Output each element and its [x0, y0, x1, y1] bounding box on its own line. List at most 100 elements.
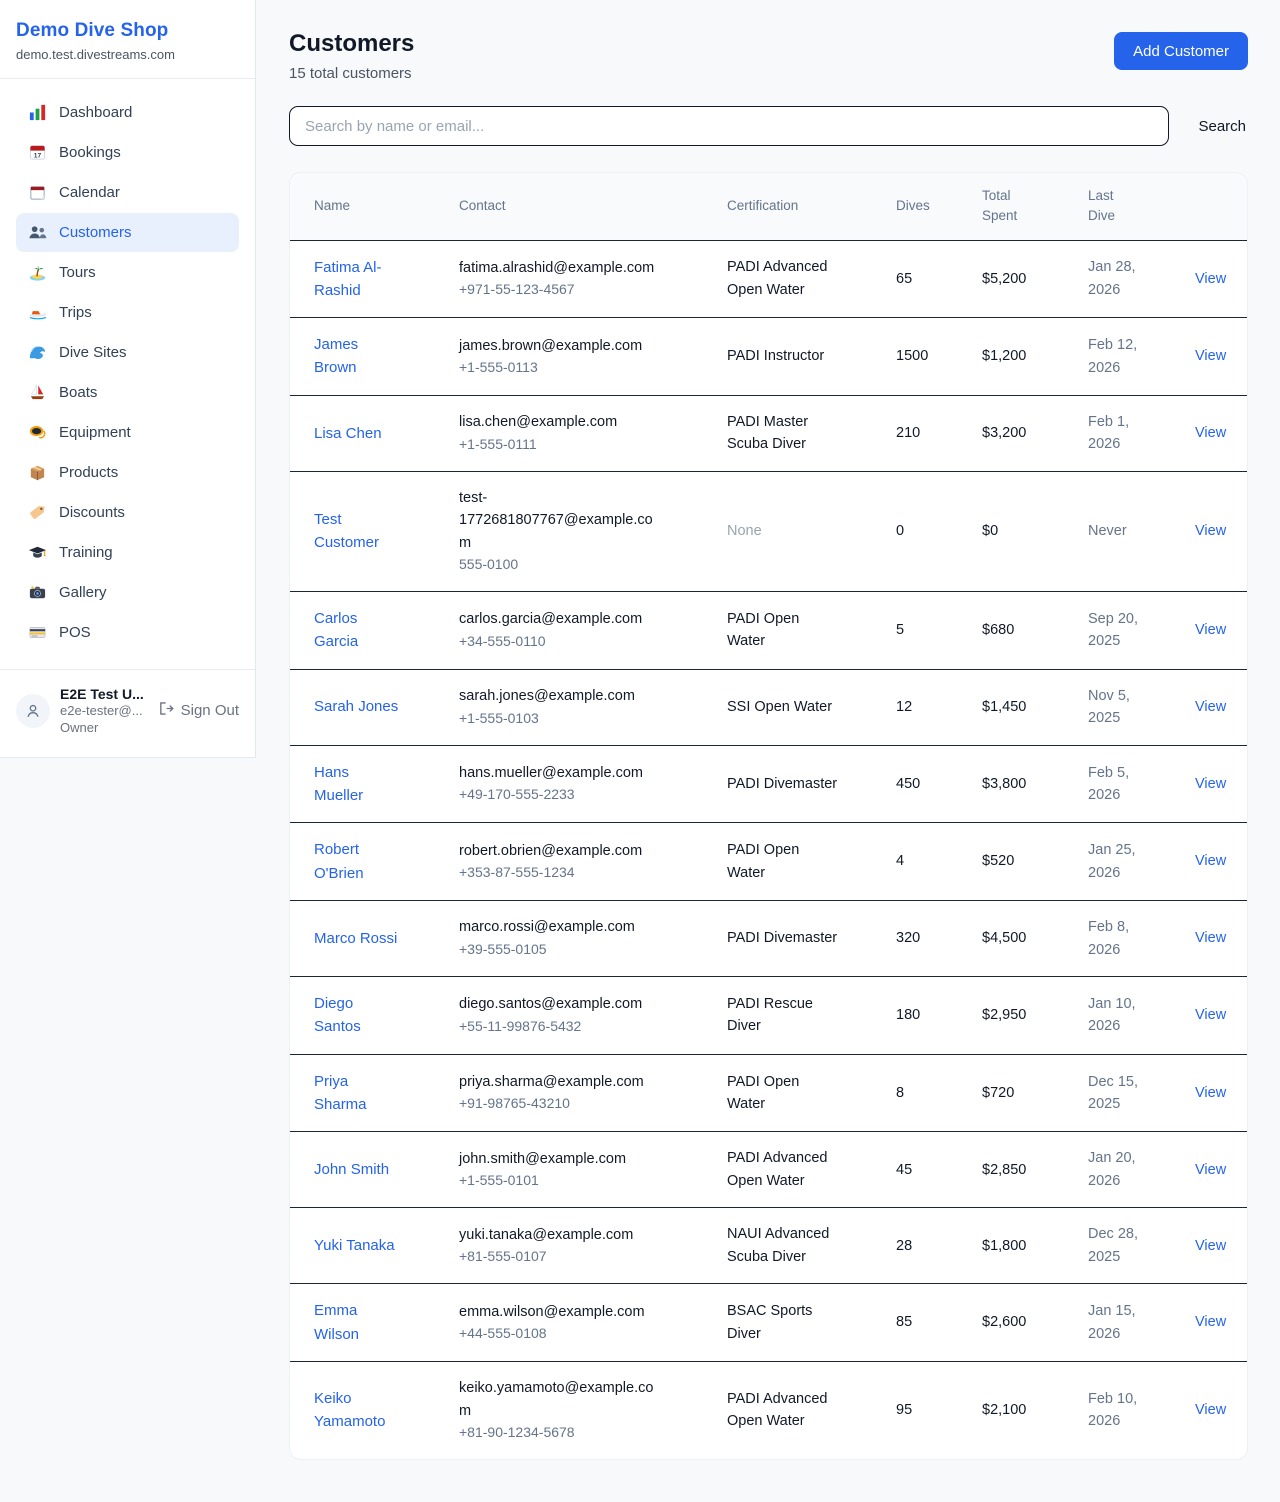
search-input[interactable] [289, 106, 1169, 146]
sidebar-item-label: Equipment [59, 424, 131, 441]
view-customer-link[interactable]: View [1195, 699, 1226, 715]
view-customer-link[interactable]: View [1195, 622, 1226, 638]
customer-dives: 45 [896, 1162, 912, 1178]
sign-out-label: Sign Out [181, 702, 239, 719]
sidebar-item-label: POS [59, 624, 91, 641]
sidebar-item-label: Dive Sites [59, 344, 127, 361]
customer-dives: 4 [896, 853, 904, 869]
column-header-actions [1195, 173, 1247, 240]
view-customer-link[interactable]: View [1195, 1085, 1226, 1101]
customer-last-dive: Feb 1, 2026 [1088, 411, 1150, 456]
sidebar-item-label: Gallery [59, 584, 107, 601]
customer-phone: +39-555-0105 [459, 939, 717, 961]
view-customer-link[interactable]: View [1195, 1238, 1226, 1254]
customer-phone: +1-555-0113 [459, 357, 717, 379]
view-customer-link[interactable]: View [1195, 930, 1226, 946]
sign-out-button[interactable]: Sign Out [157, 700, 239, 721]
people-icon [28, 223, 47, 242]
table-row: Diego Santos diego.santos@example.com +5… [290, 977, 1247, 1055]
customer-dives: 5 [896, 622, 904, 638]
customer-name-link[interactable]: Keiko Yamamoto [314, 1387, 401, 1434]
customer-phone: +91-98765-43210 [459, 1093, 717, 1115]
view-customer-link[interactable]: View [1195, 271, 1226, 287]
view-customer-link[interactable]: View [1195, 523, 1226, 539]
sidebar-header: Demo Dive Shop demo.test.divestreams.com [0, 0, 255, 79]
sign-out-icon [157, 700, 174, 721]
svg-text:17: 17 [34, 152, 42, 159]
customer-name-link[interactable]: Sarah Jones [314, 695, 398, 718]
customer-total-spent: $520 [982, 853, 1014, 869]
tag-icon [28, 503, 47, 522]
sidebar-item-equipment[interactable]: Equipment [16, 413, 239, 452]
sidebar-item-trips[interactable]: Trips [16, 293, 239, 332]
search-button[interactable]: Search [1196, 114, 1248, 139]
customer-phone: +1-555-0111 [459, 434, 717, 456]
view-customer-link[interactable]: View [1195, 776, 1226, 792]
customer-dives: 1500 [896, 348, 928, 364]
view-customer-link[interactable]: View [1195, 853, 1226, 869]
view-customer-link[interactable]: View [1195, 1007, 1226, 1023]
sidebar-item-products[interactable]: Products [16, 453, 239, 492]
customer-name-link[interactable]: Hans Mueller [314, 761, 401, 808]
sidebar-item-label: Bookings [59, 144, 121, 161]
customer-name-link[interactable]: Marco Rossi [314, 927, 397, 950]
view-customer-link[interactable]: View [1195, 1402, 1226, 1418]
customer-last-dive: Dec 15, 2025 [1088, 1071, 1150, 1116]
customer-phone: +49-170-555-2233 [459, 784, 717, 806]
customer-name-link[interactable]: Diego Santos [314, 992, 401, 1039]
customer-name-link[interactable]: Fatima Al-Rashid [314, 256, 401, 303]
customer-email: marco.rossi@example.com [459, 916, 664, 938]
customer-phone: 555-0100 [459, 554, 717, 576]
sidebar-item-training[interactable]: Training [16, 533, 239, 572]
customer-certification: PADI Instructor [727, 345, 824, 367]
customer-name-link[interactable]: James Brown [314, 333, 401, 380]
customer-certification: None [727, 520, 762, 542]
table-row: Sarah Jones sarah.jones@example.com +1-5… [290, 669, 1247, 745]
view-customer-link[interactable]: View [1195, 1162, 1226, 1178]
customer-total-spent: $3,800 [982, 776, 1026, 792]
customer-certification: PADI Open Water [727, 608, 839, 653]
view-customer-link[interactable]: View [1195, 425, 1226, 441]
customer-total-spent: $5,200 [982, 271, 1026, 287]
table-row: Yuki Tanaka yuki.tanaka@example.com +81-… [290, 1208, 1247, 1284]
customer-name-link[interactable]: John Smith [314, 1158, 389, 1181]
sidebar-item-dive-sites[interactable]: Dive Sites [16, 333, 239, 372]
sidebar-item-customers[interactable]: Customers [16, 213, 239, 252]
sidebar-item-tours[interactable]: Tours [16, 253, 239, 292]
view-customer-link[interactable]: View [1195, 1314, 1226, 1330]
customer-certification: SSI Open Water [727, 696, 832, 718]
sidebar: Demo Dive Shop demo.test.divestreams.com… [0, 0, 256, 758]
customers-table-card: Name Contact Certification Dives Total S… [289, 172, 1248, 1460]
sailboat-icon [28, 383, 47, 402]
customer-email: test-1772681807767@example.com [459, 487, 664, 554]
sidebar-item-discounts[interactable]: Discounts [16, 493, 239, 532]
view-customer-link[interactable]: View [1195, 348, 1226, 364]
sidebar-item-bookings[interactable]: 17 Bookings [16, 133, 239, 172]
customer-name-link[interactable]: Emma Wilson [314, 1299, 401, 1346]
customer-name-link[interactable]: Test Customer [314, 508, 401, 555]
column-header-contact: Contact [459, 173, 727, 240]
sidebar-item-pos[interactable]: POS [16, 613, 239, 652]
customer-dives: 65 [896, 271, 912, 287]
add-customer-button[interactable]: Add Customer [1114, 32, 1248, 70]
customer-name-link[interactable]: Robert O'Brien [314, 838, 401, 885]
sidebar-item-dashboard[interactable]: Dashboard [16, 93, 239, 132]
customer-email: lisa.chen@example.com [459, 411, 664, 433]
sidebar-item-gallery[interactable]: Gallery [16, 573, 239, 612]
customer-total-spent: $2,600 [982, 1314, 1026, 1330]
customer-total-spent: $1,200 [982, 348, 1026, 364]
sidebar-item-calendar[interactable]: Calendar [16, 173, 239, 212]
customer-name-link[interactable]: Lisa Chen [314, 422, 382, 445]
customer-email: fatima.alrashid@example.com [459, 257, 664, 279]
customer-name-link[interactable]: Priya Sharma [314, 1070, 401, 1117]
customer-phone: +81-555-0107 [459, 1246, 717, 1268]
customer-total-spent: $3,200 [982, 425, 1026, 441]
customer-email: john.smith@example.com [459, 1148, 664, 1170]
customer-phone: +55-11-99876-5432 [459, 1016, 717, 1038]
customer-certification: PADI Open Water [727, 1071, 839, 1116]
sidebar-item-boats[interactable]: Boats [16, 373, 239, 412]
customer-dives: 0 [896, 523, 904, 539]
sidebar-item-label: Trips [59, 304, 92, 321]
customer-name-link[interactable]: Carlos Garcia [314, 607, 401, 654]
customer-name-link[interactable]: Yuki Tanaka [314, 1234, 395, 1257]
